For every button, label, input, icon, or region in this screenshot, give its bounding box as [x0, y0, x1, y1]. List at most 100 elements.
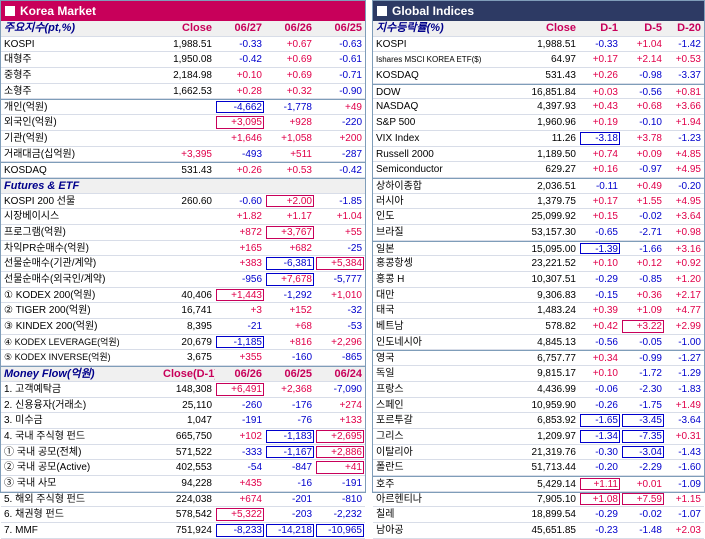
- table-row: KOSPI 1,988.51 -0.33 +0.67 -0.63: [1, 37, 365, 53]
- value-cell: +2,368: [281, 383, 312, 395]
- value-cell: +1,443: [215, 288, 265, 303]
- value-cell: 629.27: [545, 164, 576, 176]
- value-cell: +0.09: [636, 148, 662, 160]
- row-label: Russell 2000: [376, 148, 434, 160]
- value-cell: +55: [345, 226, 362, 238]
- value-cell: 25,110: [182, 399, 212, 411]
- value-cell: +2.14: [636, 54, 662, 66]
- korea-market-title: Korea Market: [20, 4, 97, 18]
- value-cell: +1.15: [675, 493, 701, 505]
- value-cell: -16: [297, 477, 312, 489]
- column-header: D-5: [644, 22, 662, 34]
- row-label: ② 국내 공모(Active): [4, 462, 91, 474]
- value-cell: +0.17: [592, 54, 618, 66]
- value-cell: +0.19: [592, 117, 618, 129]
- table-row: VIX Index 11.26 -3.18 +3.78 -1.23: [373, 131, 704, 147]
- column-header: 06/24: [334, 368, 362, 381]
- value-cell: +0.28: [236, 85, 262, 97]
- value-cell: +4.77: [675, 305, 701, 317]
- value-cell: [163, 100, 215, 114]
- value-cell: 6,853.92: [537, 415, 576, 427]
- value-cell: 15,095.00: [531, 243, 577, 255]
- row-label: NASDAQ: [376, 101, 419, 113]
- column-header-label: Futures & ETF: [4, 179, 80, 192]
- value-cell: 1,950.08: [173, 54, 212, 66]
- row-label: 소형주: [4, 85, 32, 97]
- table-row: Ishares MSCI KOREA ETF($) 64.97 +0.17 +2.14…: [373, 52, 704, 69]
- value-cell: 1,209.97: [537, 430, 576, 442]
- value-cell: 10,959.90: [531, 399, 577, 411]
- row-label: 독일: [376, 368, 395, 380]
- value-cell: +1.55: [636, 195, 662, 207]
- value-cell: -1.75: [639, 399, 662, 411]
- table-row: 호주 5,429.14 +1.11 +0.01 -1.09: [373, 475, 704, 492]
- table-row: 5. 해외 주식형 펀드 224,038 +674 -201 -810: [1, 492, 365, 508]
- value-cell: 578.82: [545, 321, 576, 333]
- value-cell: +1,010: [331, 289, 362, 301]
- column-header: 06/26: [234, 368, 262, 381]
- table-header-row: 지수등락률(%) Close D-1 D-5 D-20: [373, 21, 704, 37]
- value-cell: -865: [341, 352, 362, 364]
- value-cell: +2.17: [675, 289, 701, 301]
- value-cell: -0.11: [595, 180, 618, 192]
- value-cell: -203: [291, 509, 312, 521]
- row-label: 5. 해외 주식형 펀드: [4, 493, 86, 505]
- value-cell: +0.34: [592, 353, 618, 365]
- value-cell: +816: [289, 336, 312, 348]
- table-row: 2. 신용융자(거래소) 25,110 -260 -176 +274: [1, 398, 365, 414]
- value-cell: -0.05: [639, 336, 662, 348]
- value-cell: +4.85: [675, 148, 701, 160]
- table-row: KOSPI 200 선물 260.60 -0.60 +2.00 -1.85: [1, 194, 365, 210]
- value-cell: +511: [290, 148, 312, 160]
- row-label: 대만: [376, 289, 395, 301]
- table-row: NASDAQ 4,397.93 +0.43 +0.68 +3.66: [373, 99, 704, 116]
- value-cell: [163, 272, 215, 287]
- value-cell: -1.34: [579, 429, 621, 444]
- value-cell: -1,292: [283, 289, 312, 301]
- value-cell: -1.65: [579, 413, 621, 428]
- value-cell: -201: [291, 493, 312, 505]
- table-row: 차익PR순매수(억원) +165 +682 -25: [1, 241, 365, 257]
- value-cell: +3,395: [181, 148, 212, 160]
- value-cell: -0.71: [339, 70, 362, 82]
- table-header-row: Money Flow(억원) Close(D-1) 06/26 06/25 06/24: [1, 366, 365, 382]
- value-cell: -0.98: [639, 70, 662, 82]
- value-cell: 25,099.92: [531, 211, 577, 223]
- column-header: [163, 179, 215, 193]
- row-label: VIX Index: [376, 132, 420, 144]
- value-cell: 8,395: [186, 321, 212, 333]
- row-label: 베트남: [376, 321, 404, 333]
- value-cell: -1.42: [678, 38, 701, 50]
- value-cell: +41: [315, 460, 365, 475]
- value-cell: +3.64: [675, 211, 701, 223]
- value-cell: +7,678: [265, 272, 315, 287]
- value-cell: -1.66: [639, 243, 662, 255]
- table-row: 중형주 2,184.98 +0.10 +0.69 -0.71: [1, 68, 365, 84]
- value-cell: +152: [289, 305, 312, 317]
- table-row: ③ 국내 사모 94,228 +435 -16 -191: [1, 476, 365, 492]
- value-cell: +0.67: [286, 38, 312, 50]
- table-row: 4. 국내 주식형 펀드 665,750 +102 -1,183 +2,695: [1, 429, 365, 445]
- table-row: 인도네시아 4,845.13 -0.56 -0.05 -1.00: [373, 335, 704, 351]
- value-cell: -1.48: [639, 525, 662, 536]
- row-label: 중형주: [4, 70, 32, 82]
- value-cell: -32: [347, 305, 362, 317]
- value-cell: +1.09: [636, 305, 662, 317]
- value-cell: +3.22: [621, 319, 665, 334]
- value-cell: -8,233: [215, 523, 265, 538]
- value-cell: -1.39: [579, 242, 621, 256]
- value-cell: -220: [341, 117, 362, 129]
- row-label: 폴란드: [376, 462, 404, 474]
- value-cell: -0.42: [339, 165, 362, 177]
- value-cell: +0.74: [592, 148, 618, 160]
- row-label: 일본: [376, 243, 395, 255]
- value-cell: +0.69: [286, 70, 312, 82]
- row-label: 포르투갈: [376, 415, 413, 427]
- value-cell: -0.97: [639, 164, 662, 176]
- table-row: 독일 9,815.17 +0.10 -1.72 -1.29: [373, 366, 704, 382]
- value-cell: +4.95: [675, 164, 701, 176]
- row-label: 대형주: [4, 54, 32, 66]
- value-cell: 224,038: [175, 493, 212, 505]
- value-cell: +2,695: [315, 429, 365, 444]
- value-cell: -0.15: [595, 289, 618, 301]
